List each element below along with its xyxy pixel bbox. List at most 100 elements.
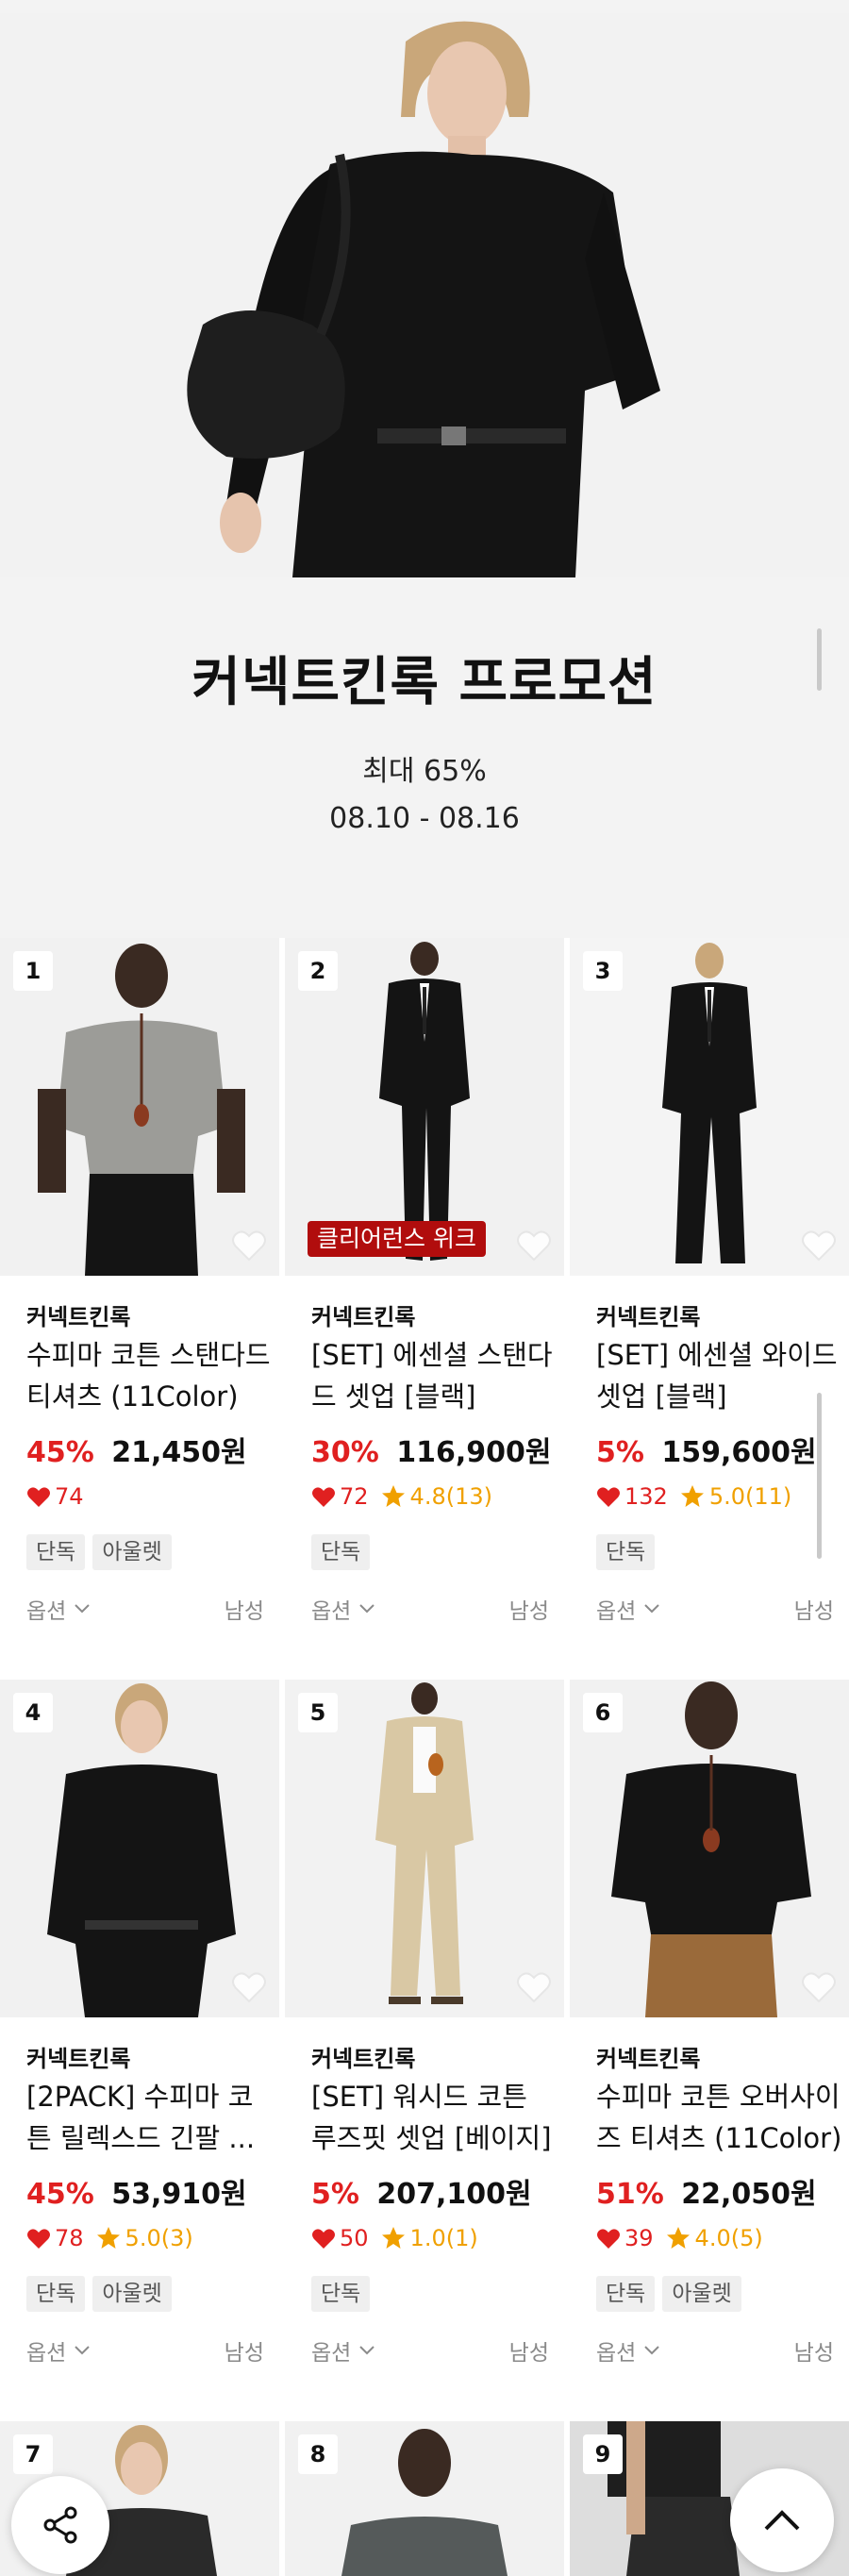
- product-name[interactable]: 수피마 코튼 스탠다드 티셔츠 (11Color): [26, 1334, 274, 1417]
- like-count: 39: [624, 2225, 654, 2251]
- rating-score: 4.8(13): [409, 1483, 492, 1510]
- product-brand[interactable]: 커넥트킨록: [26, 1298, 130, 1331]
- tag-list: 단독: [311, 1534, 371, 1570]
- gender-label: 남성: [508, 2341, 549, 2366]
- option-label: 옵션: [26, 2341, 67, 2366]
- heart-outline-icon[interactable]: [515, 1968, 553, 2006]
- like-count: 78: [55, 2225, 84, 2251]
- tag-list: 단독 아울렛: [596, 2276, 741, 2312]
- top-status-strip: [0, 0, 849, 13]
- discount-rate: 45%: [26, 2178, 94, 2211]
- tag-list: 단독: [596, 1534, 656, 1570]
- gender-label: 남성: [224, 1599, 264, 1624]
- tag-exclusive: 단독: [311, 1534, 371, 1570]
- rank-badge: 1: [13, 951, 53, 991]
- chevron-down-icon: [75, 1604, 91, 1614]
- product-card[interactable]: 1 커넥트킨록 수피마 코튼 스탠다드 티셔츠 (11Color) 45% 21…: [0, 938, 279, 1680]
- meta-row: 72 4.8(13): [311, 1483, 492, 1510]
- product-brand[interactable]: 커넥트킨록: [596, 2040, 700, 2073]
- rating-score: 1.0(1): [409, 2225, 478, 2251]
- gender-label: 남성: [508, 1599, 549, 1624]
- product-name[interactable]: [SET] 워시드 코튼 루즈핏 셋업 [베이지]: [311, 2076, 558, 2159]
- product-brand[interactable]: 커넥트킨록: [596, 1298, 700, 1331]
- clearance-badge: 클리어런스 위크: [308, 1221, 486, 1257]
- product-card[interactable]: 2 클리어런스 위크 커넥트킨록 [SET] 에센셜 스탠다드 셋업 [블랙] …: [285, 938, 564, 1680]
- hero-banner-image[interactable]: [0, 13, 849, 577]
- scroll-indicator[interactable]: [817, 628, 822, 691]
- option-dropdown[interactable]: 옵션: [26, 1593, 91, 1625]
- option-dropdown[interactable]: 옵션: [311, 2334, 375, 2367]
- discount-rate: 5%: [596, 1436, 644, 1469]
- share-button[interactable]: [11, 2476, 109, 2574]
- meta-row: 78 5.0(3): [26, 2225, 193, 2251]
- tag-exclusive: 단독: [26, 1534, 86, 1570]
- star-icon: [96, 2227, 120, 2249]
- price-row: 5% 207,100원: [311, 2170, 532, 2212]
- option-label: 옵션: [596, 1599, 637, 1624]
- price-row: 45% 53,910원: [26, 2170, 247, 2212]
- price-row: 51% 22,050원: [596, 2170, 817, 2212]
- product-brand[interactable]: 커넥트킨록: [311, 2040, 415, 2073]
- heart-icon: [597, 1487, 620, 1507]
- product-card[interactable]: 8: [285, 2421, 564, 2576]
- product-name[interactable]: 수피마 코튼 오버사이즈 티셔츠 (11Color): [596, 2076, 843, 2159]
- product-price: 22,050원: [681, 2178, 817, 2211]
- rank-badge: 5: [298, 1693, 338, 1732]
- star-icon: [666, 2227, 690, 2249]
- discount-rate: 45%: [26, 1436, 94, 1469]
- meta-row: 39 4.0(5): [596, 2225, 763, 2251]
- product-brand[interactable]: 커넥트킨록: [311, 1298, 415, 1331]
- scroll-indicator[interactable]: [817, 1393, 822, 1559]
- product-name[interactable]: [SET] 에센셜 스탠다드 셋업 [블랙]: [311, 1334, 558, 1417]
- tag-list: 단독 아울렛: [26, 1534, 172, 1570]
- product-card[interactable]: 5 커넥트킨록 [SET] 워시드 코튼 루즈핏 셋업 [베이지] 5% 207…: [285, 1680, 564, 2421]
- product-price: 159,600원: [661, 1436, 817, 1469]
- price-row: 30% 116,900원: [311, 1429, 552, 1470]
- heart-outline-icon[interactable]: [800, 1968, 838, 2006]
- price-row: 5% 159,600원: [596, 1429, 817, 1470]
- option-dropdown[interactable]: 옵션: [596, 2334, 660, 2367]
- rating-score: 5.0(3): [125, 2225, 193, 2251]
- option-label: 옵션: [311, 2341, 352, 2366]
- tag-list: 단독 아울렛: [26, 2276, 172, 2312]
- gender-label: 남성: [793, 1599, 834, 1624]
- rating-score: 4.0(5): [694, 2225, 763, 2251]
- meta-row: 74: [26, 1483, 92, 1510]
- tag-exclusive: 단독: [311, 2276, 371, 2312]
- scroll-to-top-button[interactable]: [730, 2468, 834, 2572]
- option-label: 옵션: [311, 1599, 352, 1624]
- promotion-max-discount: 최대 65%: [362, 755, 487, 788]
- option-label: 옵션: [26, 1599, 67, 1624]
- product-card[interactable]: 3 커넥트킨록 [SET] 에센셜 와이드 셋업 [블랙] 5% 159,600…: [570, 938, 849, 1680]
- product-name[interactable]: [SET] 에센셜 와이드 셋업 [블랙]: [596, 1334, 843, 1417]
- heart-icon: [27, 2229, 50, 2249]
- chevron-down-icon: [644, 1604, 660, 1614]
- promotion-dates: 08.10 - 08.16: [329, 802, 520, 835]
- heart-icon: [597, 2229, 620, 2249]
- promotion-header: 커넥트킨록 프로모션 최대 65% 08.10 - 08.16: [0, 577, 849, 938]
- gender-label: 남성: [224, 2341, 264, 2366]
- heart-outline-icon[interactable]: [515, 1227, 553, 1264]
- product-card[interactable]: 6 커넥트킨록 수피마 코튼 오버사이즈 티셔츠 (11Color) 51% 2…: [570, 1680, 849, 2421]
- like-count: 132: [624, 1483, 668, 1510]
- meta-row: 50 1.0(1): [311, 2225, 478, 2251]
- option-dropdown[interactable]: 옵션: [311, 1593, 375, 1625]
- rank-badge: 6: [583, 1693, 623, 1732]
- heart-outline-icon[interactable]: [230, 1968, 268, 2006]
- option-dropdown[interactable]: 옵션: [596, 1593, 660, 1625]
- product-card[interactable]: 4 커넥트킨록 [2PACK] 수피마 코튼 릴렉스드 긴팔 ... 45% 5…: [0, 1680, 279, 2421]
- heart-outline-icon[interactable]: [800, 1227, 838, 1264]
- heart-icon: [312, 1487, 335, 1507]
- product-brand[interactable]: 커넥트킨록: [26, 2040, 130, 2073]
- price-row: 45% 21,450원: [26, 1429, 247, 1470]
- chevron-down-icon: [644, 2346, 660, 2355]
- like-count: 74: [55, 1483, 84, 1510]
- heart-outline-icon[interactable]: [230, 1227, 268, 1264]
- discount-rate: 30%: [311, 1436, 379, 1469]
- discount-rate: 51%: [596, 2178, 664, 2211]
- product-name[interactable]: [2PACK] 수피마 코튼 릴렉스드 긴팔 ...: [26, 2076, 274, 2159]
- discount-rate: 5%: [311, 2178, 359, 2211]
- option-dropdown[interactable]: 옵션: [26, 2334, 91, 2367]
- product-price: 207,100원: [376, 2178, 532, 2211]
- like-count: 50: [340, 2225, 369, 2251]
